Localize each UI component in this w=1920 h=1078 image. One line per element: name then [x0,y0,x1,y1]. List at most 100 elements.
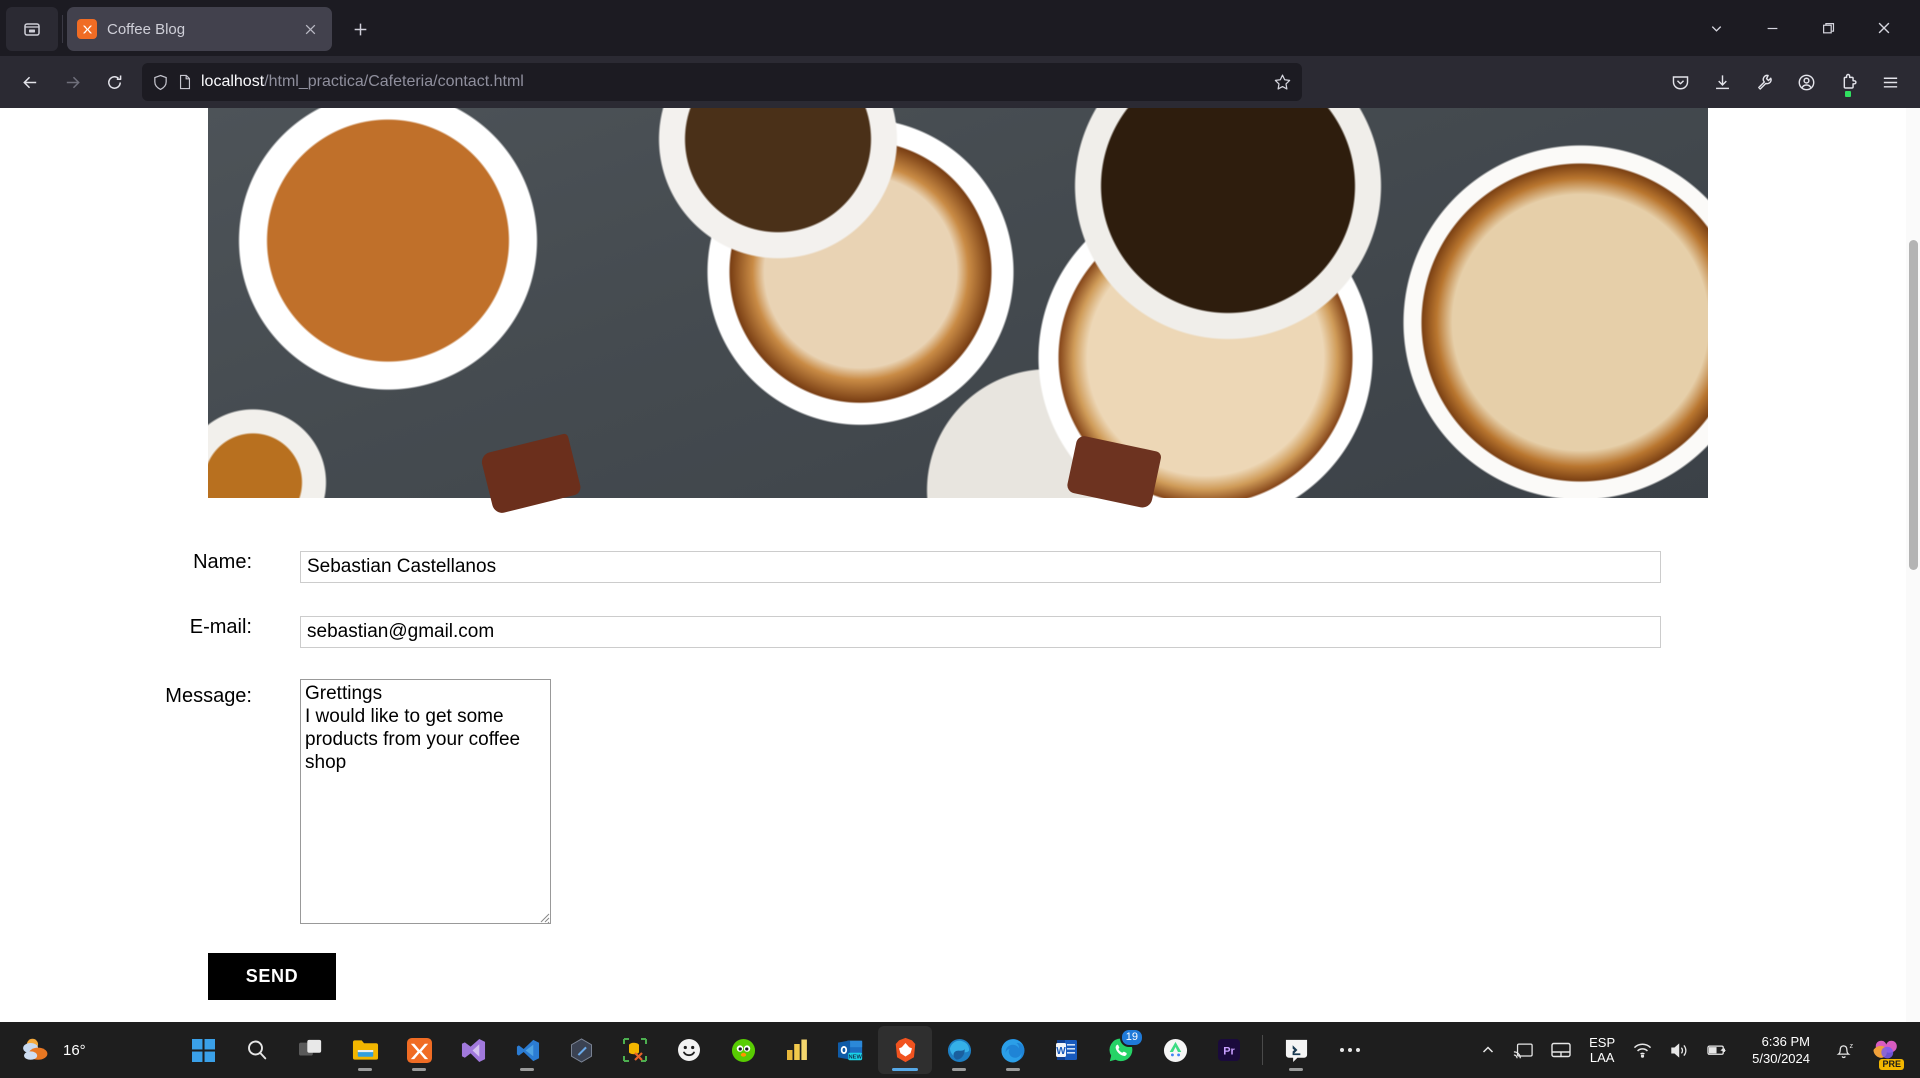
tab-title: Coffee Blog [107,20,186,38]
tools-button[interactable] [1744,64,1784,100]
url-host: localhost [201,73,265,90]
taskbar-firefox[interactable] [986,1026,1040,1074]
forward-button[interactable] [52,64,92,100]
duolingo-icon [731,1038,755,1062]
taskbar-azure-data-studio[interactable] [1269,1026,1323,1074]
chevron-up-icon [1483,1046,1494,1053]
form-row-message: Message: Grettings I would like to get s… [0,679,1920,924]
tray-notifications-button[interactable]: z [1826,1026,1862,1074]
bookmark-button[interactable] [1273,73,1292,92]
plus-icon [354,23,366,35]
taskbar-vs-code[interactable] [500,1026,554,1074]
taskbar-duolingo[interactable] [716,1026,770,1074]
app-menu-button[interactable] [1870,64,1910,100]
volume-icon [1671,1042,1687,1058]
close-window-button[interactable] [1856,6,1912,50]
url-bar[interactable]: localhost/html_practica/Cafeteria/contac… [142,63,1302,101]
message-textarea[interactable]: Grettings I would like to get some produ… [300,679,551,924]
taskbar-search-button[interactable] [230,1026,284,1074]
taskbar-outlook-new[interactable]: NEW [824,1026,878,1074]
forward-arrow-icon [66,76,80,88]
task-view-icon [299,1039,322,1056]
browser-toolbar-actions [1660,64,1910,100]
pocket-icon [1672,75,1688,89]
running-indicator [412,1068,426,1071]
downloads-icon [1715,74,1729,89]
tray-touchpad-button[interactable] [1543,1026,1579,1074]
ellipsis-icon [1340,1048,1360,1052]
contact-form: Name: E-mail: Message: Grettings I would… [0,498,1920,1000]
running-indicator [1289,1068,1303,1071]
account-button[interactable] [1786,64,1826,100]
label-message: Message: [165,685,252,707]
taskbar-divider [1262,1035,1263,1065]
form-row-name: Name: [0,551,1920,583]
tray-copilot-button[interactable]: PRE [1864,1026,1906,1074]
taskbar-whatsapp[interactable]: 19 [1094,1026,1148,1074]
page-scrollbar[interactable] [1906,108,1920,1022]
form-row-submit: SEND [0,953,1920,1000]
premiere-pro-icon: Pr [1218,1039,1240,1061]
tray-language-indicator[interactable]: ESP LAA [1581,1026,1623,1074]
wifi-icon [1634,1043,1652,1058]
hero-coffee-image [208,108,1708,516]
scrollbar-thumb[interactable] [1909,240,1918,570]
email-input[interactable] [300,616,1661,648]
tray-overflow-button[interactable] [1473,1026,1503,1074]
taskbar-premiere-pro[interactable]: Pr [1202,1026,1256,1074]
browser-tab[interactable]: Coffee Blog [67,7,332,51]
firefox-view-button[interactable] [6,7,58,51]
keyboard-layout: LAA [1589,1050,1615,1065]
running-indicator [358,1068,372,1071]
taskbar-start-button[interactable] [176,1026,230,1074]
running-indicator [520,1068,534,1071]
taskbar-visual-studio[interactable] [446,1026,500,1074]
taskbar-brave-browser[interactable] [878,1026,932,1074]
visual-studio-icon [461,1038,485,1062]
tab-list-button[interactable] [1688,6,1744,50]
weather-temperature: 16° [63,1041,86,1059]
taskbar-android-studio[interactable] [1148,1026,1202,1074]
weather-cloudy-sun-icon [23,1038,48,1060]
reload-button[interactable] [94,64,134,100]
taskbar-app-list: NEW W 19 Pr [176,1026,1377,1074]
menu-icon [1883,77,1897,87]
tab-strip: Coffee Blog [0,0,1920,56]
name-input[interactable] [300,551,1661,583]
tray-battery-button[interactable] [1699,1026,1736,1074]
new-tab-button[interactable] [342,11,378,47]
smiley-icon [678,1039,700,1061]
minimize-icon [1767,27,1777,29]
vs-code-icon [516,1039,539,1061]
maximize-icon [1822,22,1834,33]
send-button[interactable]: SEND [208,953,336,1000]
url-text: localhost/html_practica/Cafeteria/contac… [201,73,1265,91]
taskbar-smiley-app[interactable] [662,1026,716,1074]
maximize-button[interactable] [1800,6,1856,50]
tab-close-button[interactable] [298,17,322,41]
taskbar-microsoft-edge[interactable] [932,1026,986,1074]
android-studio-icon [1163,1038,1187,1062]
downloads-button[interactable] [1702,64,1742,100]
pocket-button[interactable] [1660,64,1700,100]
file-explorer-icon [352,1040,378,1060]
brave-icon [895,1037,915,1063]
minimize-button[interactable] [1744,6,1800,50]
tray-volume-button[interactable] [1662,1026,1697,1074]
tray-wifi-button[interactable] [1625,1026,1660,1074]
tray-clock[interactable]: 6:36 PM 5/30/2024 [1738,1026,1824,1074]
taskbar-power-bi[interactable] [770,1026,824,1074]
taskbar-xampp[interactable] [392,1026,446,1074]
extensions-icon [1843,73,1857,89]
taskbar-insomnia[interactable] [554,1026,608,1074]
taskbar-overflow-button[interactable] [1323,1026,1377,1074]
taskbar-mysql-workbench[interactable] [608,1026,662,1074]
account-icon [1798,74,1814,90]
tray-cast-button[interactable] [1505,1026,1541,1074]
taskbar-microsoft-word[interactable]: W [1040,1026,1094,1074]
taskbar-file-explorer[interactable] [338,1026,392,1074]
taskbar-weather-widget[interactable]: 16° [0,1036,170,1064]
extensions-button[interactable] [1828,64,1868,100]
taskbar-task-view-button[interactable] [284,1026,338,1074]
back-button[interactable] [10,64,50,100]
